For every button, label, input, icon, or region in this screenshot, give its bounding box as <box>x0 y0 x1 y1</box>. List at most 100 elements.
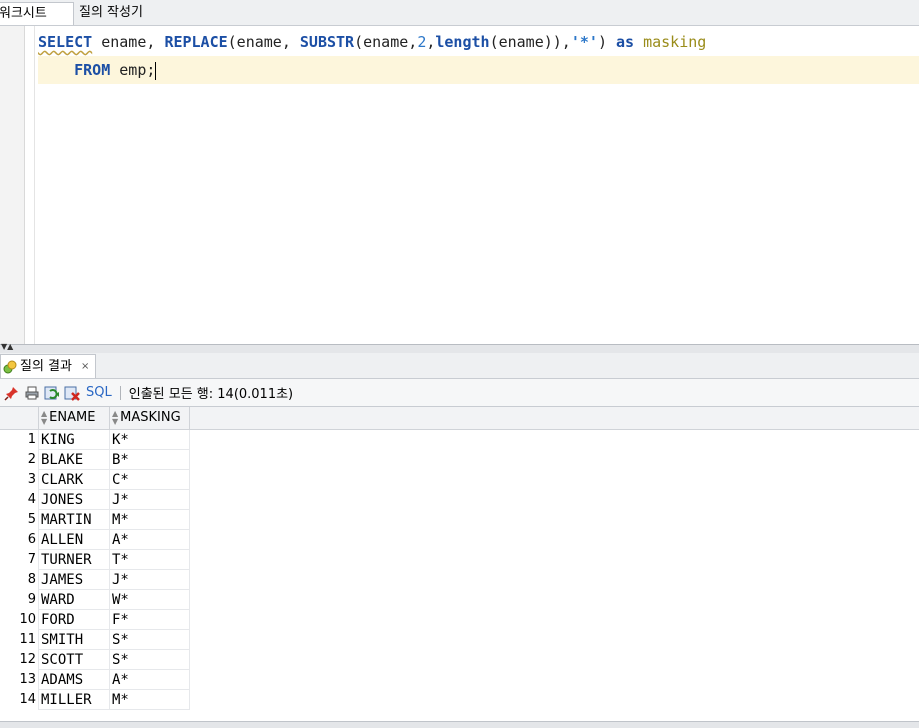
row-number[interactable]: 8 <box>0 570 36 590</box>
cell-ename[interactable]: MILLER <box>38 690 110 710</box>
table-row[interactable]: 8 JAMES J* <box>0 570 190 590</box>
cell-masking[interactable]: M* <box>110 510 190 530</box>
fn-substr: SUBSTR <box>299 33 355 51</box>
table-row[interactable]: 12 SCOTT S* <box>0 650 190 670</box>
column-header-masking[interactable]: ▲ ▼ MASKING <box>110 407 190 429</box>
tab-query-result[interactable]: 질의 결과 × <box>0 354 97 378</box>
cell-ename[interactable]: SCOTT <box>38 650 110 670</box>
table-row[interactable]: 14 MILLER M* <box>0 690 190 710</box>
code-close: ) <box>597 33 616 51</box>
table-row[interactable]: 7 TURNER T* <box>0 550 190 570</box>
cell-ename[interactable]: ADAMS <box>38 670 110 690</box>
table-row[interactable]: 9 WARD W* <box>0 590 190 610</box>
text-caret <box>155 61 157 80</box>
fn-length: length <box>435 33 490 51</box>
fetch-status: 인출된 모든 행: 14(0.011초) <box>128 387 294 402</box>
cell-masking[interactable]: J* <box>110 570 190 590</box>
code-string: '*' <box>570 33 598 51</box>
table-row[interactable]: 3 CLARK C* <box>0 470 190 490</box>
column-header-label: ENAME <box>49 410 96 425</box>
row-number[interactable]: 6 <box>0 530 36 550</box>
code-args2: (ename, <box>354 33 418 51</box>
cell-masking[interactable]: K* <box>110 430 190 450</box>
cancel-query-icon[interactable] <box>64 385 80 401</box>
table-row[interactable]: 13 ADAMS A* <box>0 670 190 690</box>
query-result-icon <box>3 360 17 373</box>
cell-masking[interactable]: A* <box>110 530 190 550</box>
cell-masking[interactable]: F* <box>110 610 190 630</box>
cell-ename[interactable]: TURNER <box>38 550 110 570</box>
fn-replace: REPLACE <box>164 33 228 51</box>
row-number[interactable]: 11 <box>0 630 36 650</box>
cell-ename[interactable]: SMITH <box>38 630 110 650</box>
tab-worksheet[interactable]: 워크시트 <box>0 2 74 25</box>
editor-tab-bar: 워크시트 질의 작성기 <box>0 0 919 26</box>
row-number[interactable]: 4 <box>0 490 36 510</box>
row-number[interactable]: 14 <box>0 690 36 710</box>
cell-masking[interactable]: T* <box>110 550 190 570</box>
result-toolbar: SQL 인출된 모든 행: 14(0.011초) <box>0 379 919 407</box>
code-line-2[interactable]: FROM emp; <box>38 56 919 84</box>
row-number[interactable]: 5 <box>0 510 36 530</box>
row-number[interactable]: 12 <box>0 650 36 670</box>
column-header-ename[interactable]: ▲ ▼ ENAME <box>38 407 110 429</box>
pin-icon[interactable] <box>4 385 20 401</box>
row-number[interactable]: 3 <box>0 470 36 490</box>
cell-ename[interactable]: ALLEN <box>38 530 110 550</box>
cell-masking[interactable]: M* <box>110 690 190 710</box>
kw-as: as <box>616 33 635 51</box>
splitter-arrows-icon[interactable]: ▼▲ <box>1 343 13 351</box>
tab-query-builder[interactable]: 질의 작성기 <box>75 2 147 24</box>
sql-button[interactable]: SQL <box>86 385 112 400</box>
close-icon[interactable]: × <box>81 355 89 378</box>
cell-ename[interactable]: MARTIN <box>38 510 110 530</box>
table-row[interactable]: 6 ALLEN A* <box>0 530 190 550</box>
print-icon[interactable] <box>24 385 40 401</box>
fold-guide <box>34 26 35 344</box>
sql-editor[interactable]: SELECT ename, REPLACE(ename, SUBSTR(enam… <box>0 26 919 344</box>
table-row[interactable]: 4 JONES J* <box>0 490 190 510</box>
cell-ename[interactable]: BLAKE <box>38 450 110 470</box>
toolbar-separator <box>119 385 121 400</box>
code-args1: (ename, <box>227 33 300 51</box>
cell-masking[interactable]: A* <box>110 670 190 690</box>
kw-from: FROM <box>74 61 111 79</box>
cell-ename[interactable]: WARD <box>38 590 110 610</box>
cell-ename[interactable]: JAMES <box>38 570 110 590</box>
row-number[interactable]: 1 <box>0 430 36 450</box>
table-row[interactable]: 11 SMITH S* <box>0 630 190 650</box>
cell-masking[interactable]: B* <box>110 450 190 470</box>
code-ename: ename, <box>92 33 165 51</box>
row-number[interactable]: 2 <box>0 450 36 470</box>
code-args3: (ename)), <box>489 33 571 51</box>
result-tab-bar: 질의 결과 × <box>0 353 919 379</box>
code-number: 2 <box>417 33 427 51</box>
column-header-label: MASKING <box>120 410 181 425</box>
cell-ename[interactable]: FORD <box>38 610 110 630</box>
row-number[interactable]: 10 <box>0 610 36 630</box>
sort-icon: ▲ ▼ <box>41 409 48 426</box>
cell-masking[interactable]: J* <box>110 490 190 510</box>
row-number[interactable]: 7 <box>0 550 36 570</box>
table-row[interactable]: 2 BLAKE B* <box>0 450 190 470</box>
code-table: emp; <box>110 61 156 79</box>
cell-masking[interactable]: S* <box>110 650 190 670</box>
sort-icon: ▲ ▼ <box>112 409 119 426</box>
cell-masking[interactable]: S* <box>110 630 190 650</box>
cell-ename[interactable]: JONES <box>38 490 110 510</box>
code-line-1[interactable]: SELECT ename, REPLACE(ename, SUBSTR(enam… <box>38 28 706 56</box>
row-number[interactable]: 13 <box>0 670 36 690</box>
table-row[interactable]: 10 FORD F* <box>0 610 190 630</box>
cell-masking[interactable]: W* <box>110 590 190 610</box>
refresh-icon[interactable] <box>44 385 60 401</box>
table-row[interactable]: 5 MARTIN M* <box>0 510 190 530</box>
result-grid: ▲ ▼ ENAME ▲ ▼ MASKING 1 KING K* 2 BLAKE B* 3 CLAR… <box>0 407 919 723</box>
cell-ename[interactable]: CLARK <box>38 470 110 490</box>
table-row[interactable]: 1 KING K* <box>0 430 190 450</box>
cell-masking[interactable]: C* <box>110 470 190 490</box>
row-number[interactable]: 9 <box>0 590 36 610</box>
cell-ename[interactable]: KING <box>38 430 110 450</box>
code-alias: masking <box>634 33 707 51</box>
grid-header: ▲ ▼ ENAME ▲ ▼ MASKING <box>0 407 919 430</box>
